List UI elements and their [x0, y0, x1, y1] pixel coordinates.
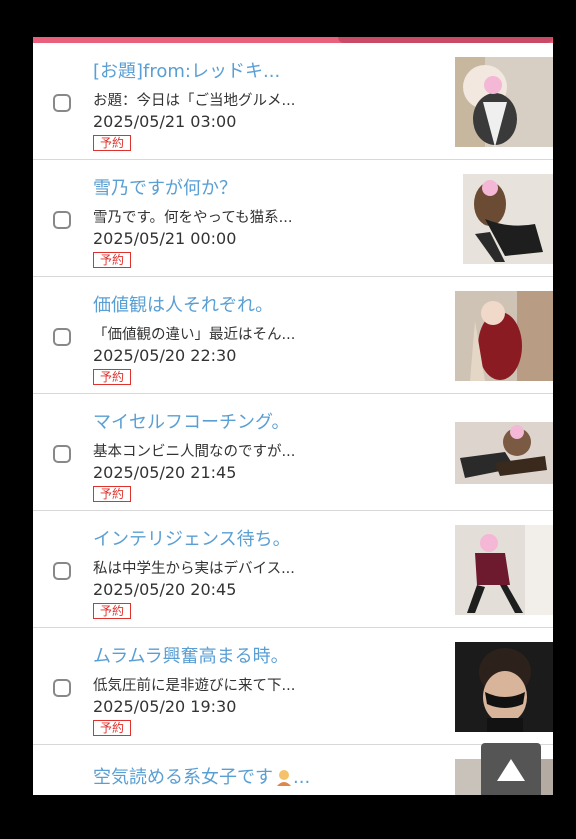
reserve-badge: 予約: [93, 720, 132, 736]
post-title[interactable]: [お題]from:レッドキ...: [93, 57, 280, 83]
post-title[interactable]: 空気読める系女子です ...: [93, 763, 310, 789]
post-row[interactable]: ムラムラ興奮高まる時。 低気圧前に是非遊びに来て下... 2025/05/20 …: [33, 628, 553, 745]
post-thumbnail[interactable]: [455, 642, 553, 732]
post-excerpt: 私は中学生から実はデバイス...: [93, 561, 295, 577]
post-row[interactable]: 価値観は人それぞれ。 「価値観の違い」最近はそん... 2025/05/20 2…: [33, 277, 553, 394]
post-title-ellipsis: ...: [293, 767, 311, 788]
post-thumbnail[interactable]: [455, 174, 553, 264]
post-row[interactable]: [お題]from:レッドキ... お題：今日は「ご当地グルメ... 2025/0…: [33, 43, 553, 160]
post-date: 2025/05/20 19:30: [93, 697, 237, 716]
post-thumbnail[interactable]: [455, 408, 553, 498]
reserve-badge: 予約: [93, 369, 132, 385]
post-title[interactable]: ムラムラ興奮高まる時。: [93, 642, 289, 668]
post-checkbox[interactable]: [53, 445, 71, 463]
post-title-text: 空気読める系女子です: [93, 767, 273, 788]
post-date: 2025/05/20 22:30: [93, 346, 237, 365]
post-excerpt: 雪乃です。何をやっても猫系...: [93, 210, 293, 226]
post-excerpt: 「価値観の違い」最近はそん...: [93, 327, 296, 343]
reserve-badge: 予約: [93, 135, 132, 151]
post-excerpt: 基本コンビニ人間なのですが...: [93, 444, 296, 460]
post-checkbox[interactable]: [53, 211, 71, 229]
person-emoji-icon: [277, 770, 291, 786]
blog-list-panel: [お題]from:レッドキ... お題：今日は「ご当地グルメ... 2025/0…: [33, 37, 553, 795]
post-excerpt: 低気圧前に是非遊びに来て下...: [93, 678, 296, 694]
post-thumbnail[interactable]: [455, 57, 553, 147]
post-thumbnail[interactable]: [455, 525, 553, 615]
post-checkbox[interactable]: [53, 562, 71, 580]
reserve-badge: 予約: [93, 252, 132, 268]
post-list: [お題]from:レッドキ... お題：今日は「ご当地グルメ... 2025/0…: [33, 43, 553, 795]
reserve-badge: 予約: [93, 486, 132, 502]
reserve-badge: 予約: [93, 603, 132, 619]
post-thumbnail[interactable]: [455, 291, 553, 381]
post-row[interactable]: 空気読める系女子です ...: [33, 745, 553, 795]
post-row[interactable]: インテリジェンス待ち。 私は中学生から実はデバイス... 2025/05/20 …: [33, 511, 553, 628]
post-date: 2025/05/20 21:45: [93, 463, 237, 482]
post-title[interactable]: インテリジェンス待ち。: [93, 525, 291, 551]
post-date: 2025/05/21 00:00: [93, 229, 237, 248]
scroll-to-top-button[interactable]: [481, 743, 541, 795]
post-checkbox[interactable]: [53, 94, 71, 112]
arrow-up-icon: [497, 759, 525, 781]
post-date: 2025/05/21 03:00: [93, 112, 237, 131]
post-row[interactable]: 雪乃ですが何か？ 雪乃です。何をやっても猫系... 2025/05/21 00:…: [33, 160, 553, 277]
post-date: 2025/05/20 20:45: [93, 580, 237, 599]
post-title[interactable]: 雪乃ですが何か？: [93, 174, 237, 200]
post-row[interactable]: マイセルフコーチング。 基本コンビニ人間なのですが... 2025/05/20 …: [33, 394, 553, 511]
post-checkbox[interactable]: [53, 328, 71, 346]
post-checkbox[interactable]: [53, 679, 71, 697]
post-title[interactable]: 価値観は人それぞれ。: [93, 291, 273, 317]
post-excerpt: お題：今日は「ご当地グルメ...: [93, 93, 296, 109]
post-title[interactable]: マイセルフコーチング。: [93, 408, 290, 434]
